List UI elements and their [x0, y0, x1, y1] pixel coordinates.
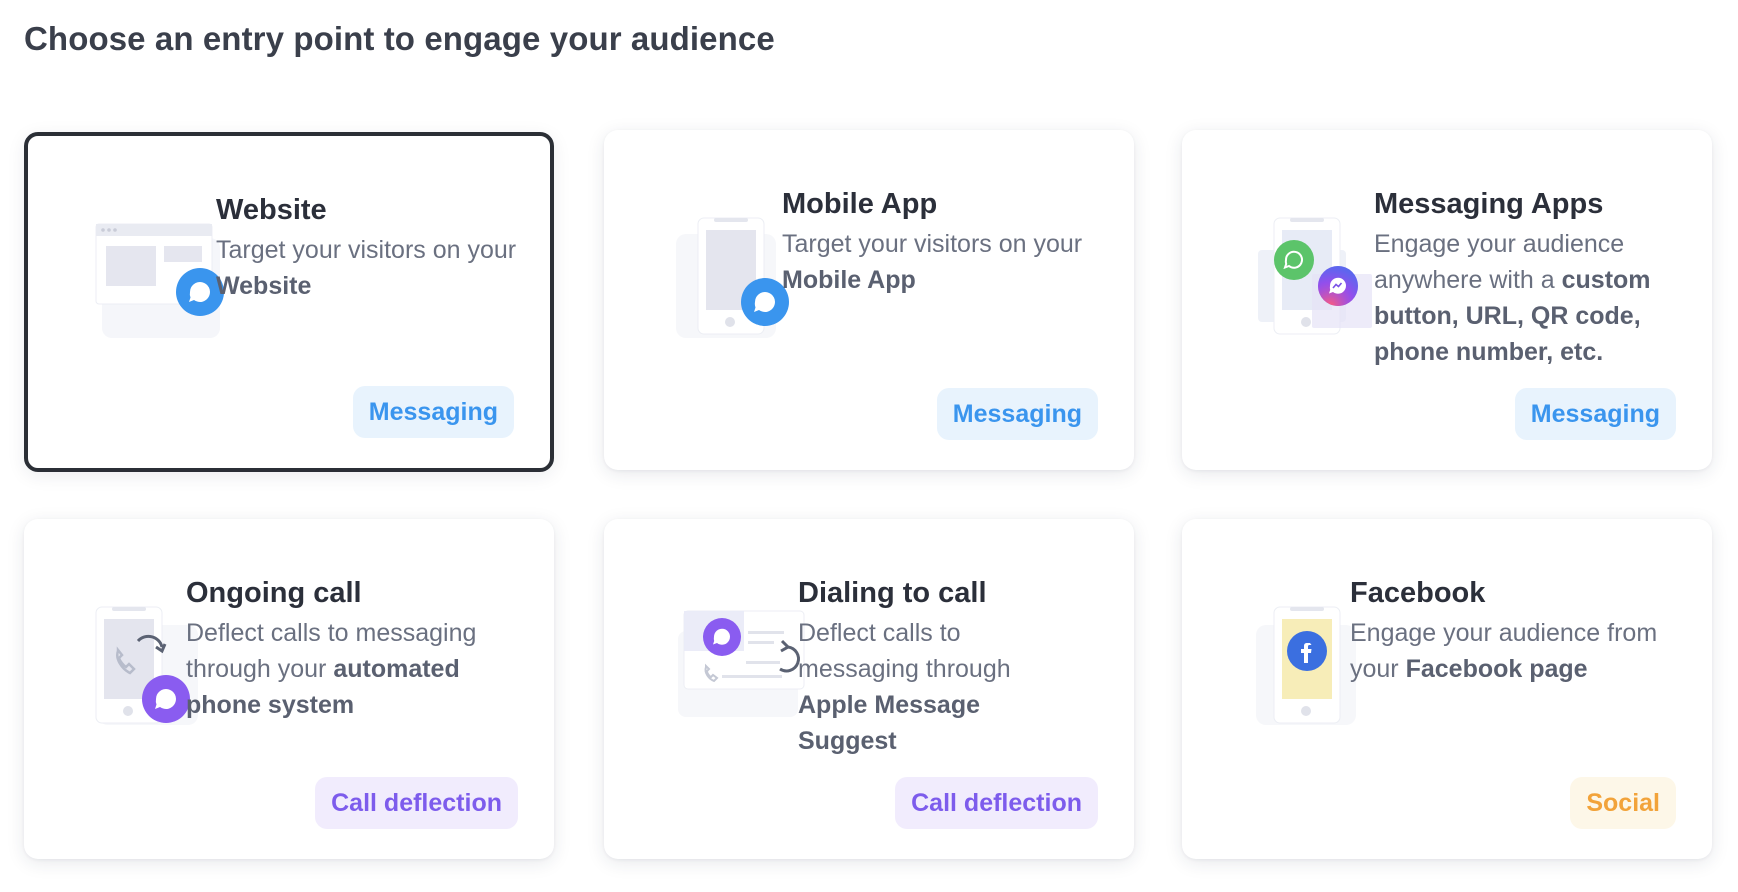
page-title: Choose an entry point to engage your aud… [24, 20, 775, 57]
badge-call-deflection: Call deflection [895, 777, 1098, 829]
card-description: Engage your audience anywhere with a cus… [1374, 230, 1651, 366]
card-description: Deflect calls to messaging through your … [186, 619, 477, 719]
entry-card-facebook[interactable]: Facebook Engage your audience from your … [1182, 519, 1712, 859]
badge-messaging: Messaging [1514, 388, 1676, 440]
website-illustration [72, 188, 232, 348]
card-description: Engage your audience from your Facebook … [1350, 619, 1658, 683]
entry-card-messaging-apps[interactable]: Messaging Apps Engage your audience anyw… [1182, 130, 1712, 470]
card-description: Deflect calls to messaging through Apple… [798, 619, 1011, 755]
card-title: Website [216, 194, 327, 226]
entry-card-dialing-to-call[interactable]: Dialing to call Deflect calls to messagi… [604, 519, 1134, 859]
card-title: Dialing to call [798, 577, 987, 609]
badge-messaging: Messaging [936, 388, 1098, 440]
badge-social: Social [1570, 777, 1676, 829]
entry-card-mobile-app[interactable]: Mobile App Target your visitors on your … [604, 130, 1134, 470]
card-title: Facebook [1350, 577, 1486, 609]
dialing-to-call-illustration [648, 571, 808, 731]
card-description: Target your visitors on your Mobile App [782, 230, 1083, 294]
card-title: Messaging Apps [1374, 188, 1604, 220]
entry-card-ongoing-call[interactable]: Ongoing call Deflect calls to messaging … [24, 519, 554, 859]
messaging-apps-illustration [1226, 182, 1386, 342]
badge-call-deflection: Call deflection [315, 777, 518, 829]
card-title: Ongoing call [186, 577, 362, 609]
badge-messaging: Messaging [352, 386, 514, 438]
card-title: Mobile App [782, 188, 938, 220]
entry-card-website[interactable]: Website Target your visitors on your Web… [24, 132, 554, 472]
card-description: Target your visitors on your Website [216, 236, 517, 300]
